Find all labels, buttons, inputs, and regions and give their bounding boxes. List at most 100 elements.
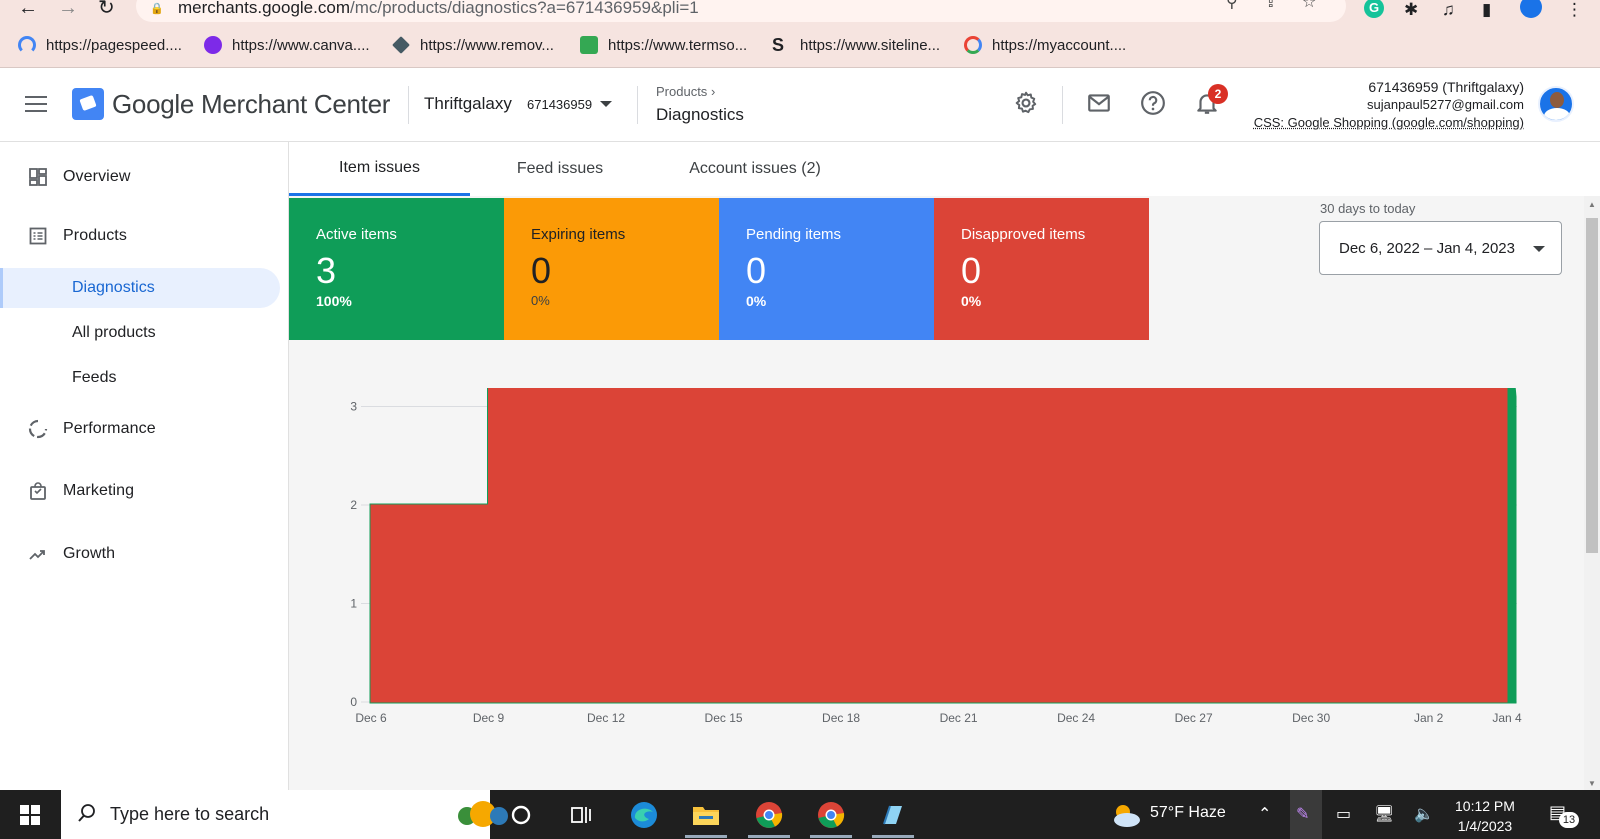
chart-series-disapproved-area[interactable]	[370, 388, 1508, 703]
search-icon	[78, 804, 95, 822]
app-header: Google Merchant Center Thriftgalaxy 6714…	[0, 68, 1600, 142]
cortana-icon[interactable]	[504, 798, 538, 832]
page-title: Diagnostics	[656, 105, 744, 124]
side-panel-icon[interactable]: ▮	[1482, 0, 1491, 20]
performance-icon	[28, 419, 48, 439]
system-clock[interactable]: 10:12 PM 1/4/2023	[1455, 796, 1515, 836]
bookmark-siteliner[interactable]: Shttps://www.siteline...	[772, 36, 940, 54]
chart-x-tick-label: Jan 4	[1492, 711, 1522, 725]
chart-x-tick-label: Dec 6	[355, 711, 387, 725]
chrome-icon[interactable]	[752, 798, 786, 832]
chart-x-tick-label: Dec 24	[1057, 711, 1095, 725]
scrollbar-thumb[interactable]	[1586, 218, 1598, 553]
battery-icon[interactable]: ▭	[1336, 804, 1351, 824]
taskbar-search-input[interactable]: Type here to search	[61, 790, 508, 839]
star-icon[interactable]: ☆	[1302, 0, 1316, 12]
bookmarks-bar: https://pagespeed.... https://www.canva.…	[0, 24, 1600, 68]
canva-icon	[204, 36, 222, 54]
tab-bar: Item issues Feed issues Account issues (…	[289, 142, 1600, 196]
settings-gear-icon[interactable]	[1013, 90, 1039, 116]
forward-icon[interactable]: →	[58, 0, 78, 18]
notepad-icon[interactable]	[876, 798, 910, 832]
bookmark-pagespeed[interactable]: https://pagespeed....	[18, 36, 182, 54]
weather-text[interactable]: 57°F Haze	[1150, 804, 1226, 822]
sidebar-item-growth[interactable]: Growth	[0, 534, 280, 574]
chart-y-tick-label: 3	[350, 400, 357, 414]
chart-x-tick-label: Dec 15	[705, 711, 743, 725]
back-icon[interactable]: ←	[18, 0, 38, 18]
sidebar-item-performance[interactable]: Performance	[0, 409, 280, 449]
reload-icon[interactable]: ↻	[98, 0, 115, 18]
menu-icon[interactable]	[25, 96, 47, 112]
extensions-icon[interactable]: ✱	[1404, 0, 1418, 20]
chart-y-tick-label: 2	[350, 498, 357, 512]
chrome-profile-icon[interactable]	[814, 798, 848, 832]
lock-icon: 🔒	[150, 3, 164, 15]
scrollbar[interactable]: ▲ ▼	[1584, 196, 1600, 790]
bookmark-remove[interactable]: https://www.remov...	[392, 36, 554, 54]
chart-x-tick-label: Dec 27	[1175, 711, 1213, 725]
help-icon[interactable]	[1140, 90, 1166, 116]
address-bar[interactable]: 🔒 merchants.google.com/mc/products/diagn…	[136, 0, 1346, 22]
bookmark-termsfeed[interactable]: https://www.termso...	[580, 36, 747, 54]
date-range-select[interactable]: Dec 6, 2022 – Jan 4, 2023	[1319, 221, 1562, 275]
date-range-caption: 30 days to today	[1320, 201, 1416, 216]
breadcrumb-parent[interactable]: Products ›	[656, 84, 715, 99]
grammarly-icon[interactable]: G	[1364, 0, 1384, 18]
task-view-icon[interactable]	[564, 798, 598, 832]
bookmark-myaccount[interactable]: https://myaccount....	[964, 36, 1126, 54]
edge-icon[interactable]	[627, 798, 661, 832]
weather-cloudy-icon[interactable]	[1109, 800, 1143, 830]
card-pending-items[interactable]: Pending items 0 0%	[719, 198, 934, 340]
sidebar: Overview Products Diagnostics All produc…	[0, 142, 289, 790]
card-expiring-items[interactable]: Expiring items 0 0%	[504, 198, 719, 340]
account-id: 671436959	[527, 97, 593, 112]
network-icon[interactable]: 🖥	[1374, 804, 1394, 824]
profile-icon[interactable]	[1520, 0, 1542, 18]
scroll-up-icon[interactable]: ▲	[1588, 200, 1596, 209]
main-content: Item issues Feed issues Account issues (…	[289, 142, 1600, 790]
explorer-active-indicator	[685, 835, 727, 838]
chrome-profile-active-indicator	[810, 835, 852, 838]
chevron-up-icon[interactable]: ⌃	[1258, 804, 1271, 824]
card-disapproved-items[interactable]: Disapproved items 0 0%	[934, 198, 1149, 340]
user-avatar[interactable]	[1538, 86, 1574, 122]
termsfeed-icon	[580, 36, 598, 54]
sidebar-item-feeds[interactable]: Feeds	[0, 358, 280, 398]
caret-down-icon	[1533, 246, 1545, 252]
media-icon[interactable]: ♫	[1442, 0, 1455, 20]
share-icon[interactable]: ⇪	[1264, 0, 1277, 12]
chrome-active-indicator	[748, 835, 790, 838]
mail-icon[interactable]	[1086, 90, 1112, 116]
card-active-items[interactable]: Active items 3 100%	[289, 198, 504, 340]
remove-bg-icon	[392, 36, 410, 54]
tab-account-issues[interactable]: Account issues (2)	[650, 142, 860, 196]
url-text: merchants.google.com/mc/products/diagnos…	[178, 0, 699, 17]
sidebar-item-diagnostics[interactable]: Diagnostics	[0, 268, 280, 308]
chart-x-tick-label: Dec 12	[587, 711, 625, 725]
sidebar-item-marketing[interactable]: Marketing	[0, 471, 280, 511]
notification-count-badge: 2	[1208, 84, 1228, 104]
header-divider	[408, 86, 409, 124]
tab-feed-issues[interactable]: Feed issues	[470, 142, 650, 196]
sidebar-item-overview[interactable]: Overview	[0, 157, 280, 197]
windows-taskbar: Type here to search 57°F Haze ⌃ ✎ ▭ 🖥 🔈 …	[0, 790, 1600, 839]
sidebar-item-products[interactable]: Products	[0, 216, 280, 256]
bookmark-canva[interactable]: https://www.canva....	[204, 36, 370, 54]
chart-x-tick-label: Dec 21	[940, 711, 978, 725]
chart-x-tick-label: Jan 2	[1414, 711, 1444, 725]
action-center[interactable]: ▤ 13	[1549, 802, 1579, 828]
trending-up-icon	[29, 550, 45, 560]
pagespeed-icon	[18, 36, 36, 54]
more-icon[interactable]: ⋮	[1566, 0, 1583, 20]
chart-x-tick-label: Dec 9	[473, 711, 505, 725]
volume-icon[interactable]: 🔈	[1414, 804, 1434, 824]
sidebar-item-all-products[interactable]: All products	[0, 313, 280, 353]
feather-pen-icon[interactable]: ✎	[1296, 804, 1309, 824]
zoom-icon[interactable]: ⚲	[1226, 0, 1238, 12]
windows-start-icon[interactable]	[20, 805, 40, 825]
scroll-down-icon[interactable]: ▼	[1588, 779, 1596, 788]
item-status-chart: 01234Dec 6Dec 9Dec 12Dec 15Dec 18Dec 21D…	[350, 388, 1522, 725]
file-explorer-icon[interactable]	[689, 798, 723, 832]
tab-item-issues[interactable]: Item issues	[289, 142, 470, 196]
